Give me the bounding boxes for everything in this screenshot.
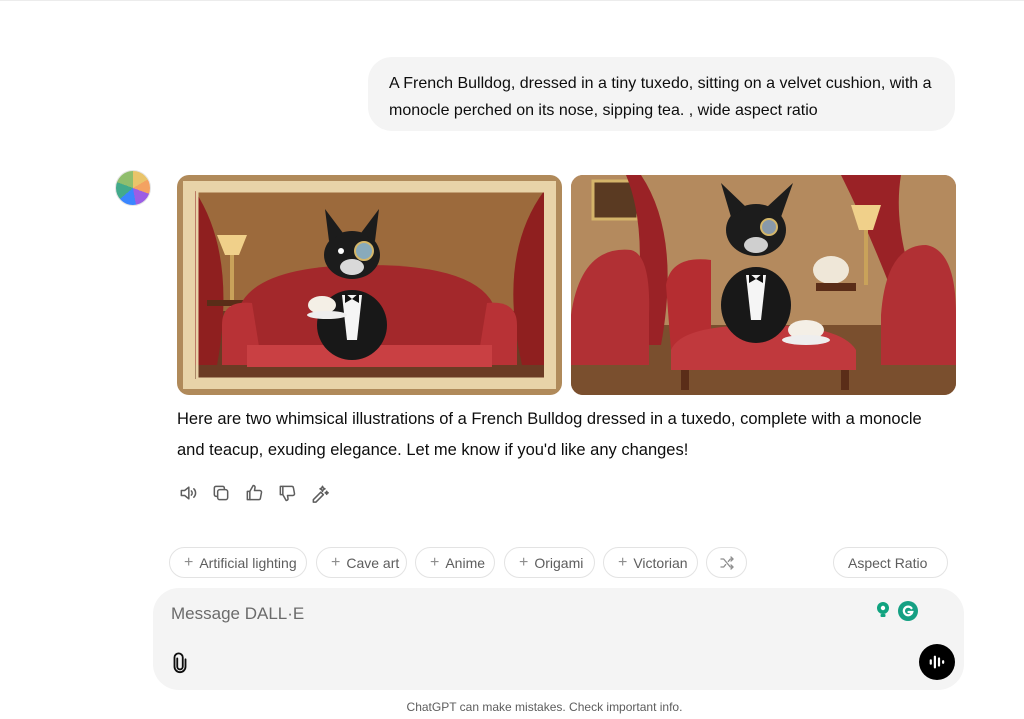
chip-label: Cave art [346, 554, 400, 571]
disclaimer-footer: ChatGPT can make mistakes. Check importa… [406, 700, 683, 714]
edit-sparkle-icon [312, 485, 329, 503]
chip-cave-art[interactable]: + Cave art [316, 547, 407, 578]
paperclip-icon[interactable] [169, 651, 191, 675]
generated-image-1[interactable] [177, 175, 562, 395]
chip-label: Artificial lighting [199, 554, 297, 571]
chip-artificial-lighting[interactable]: + Artificial lighting [169, 547, 307, 578]
aspect-ratio-dropdown[interactable]: Aspect Ratio [833, 547, 948, 578]
plus-icon: + [331, 553, 341, 571]
aspect-ratio-label: Aspect Ratio [848, 554, 928, 571]
top-divider [0, 0, 1024, 1]
bad-response-button[interactable] [276, 482, 298, 504]
shuffle-button[interactable] [706, 547, 747, 578]
shuffle-icon [719, 555, 734, 570]
plus-icon: + [430, 553, 440, 571]
speaker-icon [180, 486, 197, 500]
thumbs-down-icon [279, 485, 296, 502]
extension-icons [873, 600, 919, 622]
chip-label: Origami [534, 554, 584, 571]
generated-image-1-illustration [177, 175, 562, 395]
plus-icon: + [519, 553, 529, 571]
generated-image-2-illustration [571, 175, 956, 395]
plus-icon: + [184, 553, 194, 571]
message-input[interactable] [171, 602, 861, 626]
waveform-icon [929, 655, 945, 669]
read-aloud-button[interactable] [177, 482, 199, 504]
copy-button[interactable] [210, 482, 232, 504]
assistant-reply: Here are two whimsical illustrations of … [177, 410, 922, 459]
good-response-button[interactable] [243, 482, 265, 504]
message-actions [177, 482, 331, 506]
chip-origami[interactable]: + Origami [504, 547, 595, 578]
chip-victorian[interactable]: + Victorian [603, 547, 698, 578]
thumbs-up-icon [246, 484, 263, 501]
plus-icon: + [618, 553, 628, 571]
message-composer [153, 588, 964, 690]
grammarly-icon[interactable] [897, 600, 919, 622]
assistant-avatar [115, 170, 151, 206]
copy-icon [213, 485, 229, 501]
user-message: A French Bulldog, dressed in a tiny tuxe… [368, 57, 955, 131]
lightbulb-extension-icon[interactable] [873, 600, 893, 620]
voice-mode-button[interactable] [919, 644, 955, 680]
generated-image-2[interactable] [571, 175, 956, 395]
chip-anime[interactable]: + Anime [415, 547, 495, 578]
chip-label: Victorian [633, 554, 688, 571]
chip-label: Anime [445, 554, 486, 571]
edit-image-button[interactable] [309, 482, 331, 504]
